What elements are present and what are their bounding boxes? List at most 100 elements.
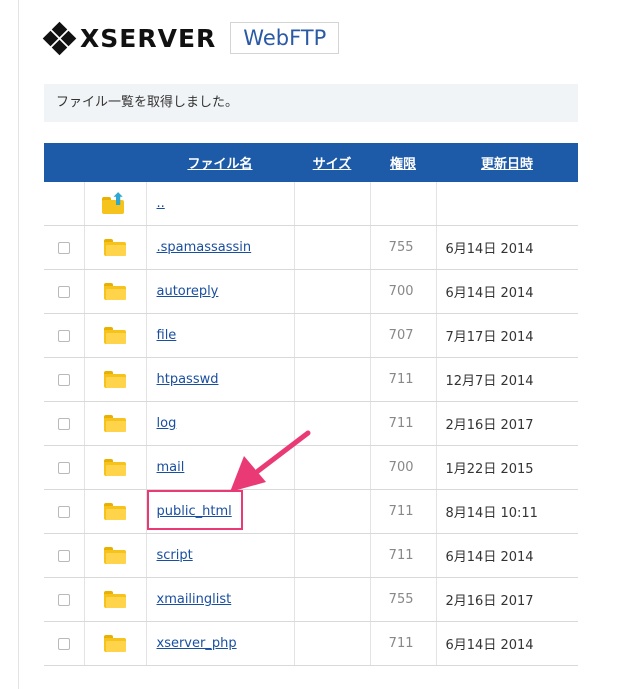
sort-by-date-link[interactable]: 更新日時 <box>481 157 533 172</box>
row-check-cell <box>44 357 84 402</box>
row-icon-cell <box>83 225 146 270</box>
folder-icon[interactable] <box>104 459 126 476</box>
row-date: 6月14日 2014 <box>435 269 578 314</box>
app-header: XSERVER WebFTP <box>42 20 340 56</box>
file-name-link[interactable]: public_html <box>157 504 232 519</box>
left-border <box>18 0 19 689</box>
table-row[interactable]: xmailinglist 755 2月16日 2017 <box>44 577 578 622</box>
row-icon-cell <box>83 489 146 534</box>
table-row[interactable]: .spamassassin 755 6月14日 2014 <box>44 225 578 270</box>
file-name-link[interactable]: script <box>157 548 193 563</box>
row-checkbox[interactable] <box>57 373 70 386</box>
folder-icon[interactable] <box>104 503 126 520</box>
row-check-cell <box>44 445 84 490</box>
row-date: 6月14日 2014 <box>435 533 578 578</box>
folder-icon[interactable] <box>104 327 126 344</box>
table-row[interactable]: autoreply 700 6月14日 2014 <box>44 269 578 314</box>
row-icon-cell <box>83 445 146 490</box>
file-name-link[interactable]: mail <box>157 460 185 475</box>
folder-icon[interactable] <box>104 547 126 564</box>
file-name-link[interactable]: .spamassassin <box>157 240 252 255</box>
sort-by-size-link[interactable]: サイズ <box>313 157 352 172</box>
product-badge: WebFTP <box>230 22 340 54</box>
table-header-row: ファイル名 サイズ 権限 更新日時 <box>44 143 578 182</box>
folder-icon[interactable] <box>104 239 126 256</box>
header-perm[interactable]: 権限 <box>370 143 436 182</box>
row-name-cell: xmailinglist <box>145 577 294 622</box>
row-name-cell: autoreply <box>145 269 294 314</box>
row-icon-cell <box>83 313 146 358</box>
row-perm: 711 <box>369 489 436 534</box>
file-name-link[interactable]: file <box>157 328 177 343</box>
row-perm: 755 <box>369 225 436 270</box>
table-row[interactable]: xserver_php 711 6月14日 2014 <box>44 621 578 666</box>
table-row[interactable]: file 707 7月17日 2014 <box>44 313 578 358</box>
row-icon-cell <box>83 577 146 622</box>
row-icon-cell <box>83 269 146 314</box>
folder-icon[interactable] <box>104 371 126 388</box>
file-name-link[interactable]: htpasswd <box>157 372 219 387</box>
header-icon <box>84 143 146 182</box>
row-checkbox[interactable] <box>57 549 70 562</box>
parent-dir-row[interactable]: ⬆ .. <box>44 182 578 226</box>
file-table: ファイル名 サイズ 権限 更新日時 ⬆ .. .spamassassin 755 6… <box>44 143 578 666</box>
row-checkbox[interactable] <box>57 417 70 430</box>
row-size-cell <box>293 225 370 270</box>
row-date: 1月22日 2015 <box>435 445 578 490</box>
status-message: ファイル一覧を取得しました。 <box>44 84 578 122</box>
row-check-cell <box>44 313 84 358</box>
header-date[interactable]: 更新日時 <box>436 143 578 182</box>
row-size-cell <box>293 489 370 534</box>
folder-icon[interactable] <box>104 283 126 300</box>
row-perm: 711 <box>369 401 436 446</box>
row-checkbox[interactable] <box>57 461 70 474</box>
table-row[interactable]: htpasswd 711 12月7日 2014 <box>44 357 578 402</box>
parent-dir-link[interactable]: .. <box>157 196 165 211</box>
row-checkbox[interactable] <box>57 241 70 254</box>
row-size-cell <box>293 357 370 402</box>
row-checkbox[interactable] <box>57 505 70 518</box>
header-name[interactable]: ファイル名 <box>146 143 294 182</box>
table-row[interactable]: public_html 711 8月14日 10:11 <box>44 489 578 534</box>
folder-icon[interactable] <box>104 415 126 432</box>
parent-name-cell: .. <box>145 182 294 226</box>
sort-by-name-link[interactable]: ファイル名 <box>187 157 252 172</box>
file-name-link[interactable]: autoreply <box>157 284 219 299</box>
row-size-cell <box>293 313 370 358</box>
table-row[interactable]: log 711 2月16日 2017 <box>44 401 578 446</box>
row-perm: 700 <box>369 445 436 490</box>
row-date: 8月14日 10:11 <box>435 489 578 534</box>
row-size-cell <box>293 445 370 490</box>
row-perm: 700 <box>369 269 436 314</box>
parent-size-cell <box>293 182 370 226</box>
file-name-link[interactable]: log <box>157 416 177 431</box>
table-row[interactable]: mail 700 1月22日 2015 <box>44 445 578 490</box>
row-date: 2月16日 2017 <box>435 577 578 622</box>
row-size-cell <box>293 401 370 446</box>
row-name-cell: script <box>145 533 294 578</box>
row-check-cell <box>44 533 84 578</box>
folder-up-icon[interactable]: ⬆ <box>102 191 128 214</box>
folder-icon[interactable] <box>104 591 126 608</box>
header-size[interactable]: サイズ <box>294 143 370 182</box>
row-perm: 707 <box>369 313 436 358</box>
row-checkbox[interactable] <box>57 637 70 650</box>
row-date: 6月14日 2014 <box>435 225 578 270</box>
row-name-cell: xserver_php <box>145 621 294 666</box>
row-checkbox[interactable] <box>57 593 70 606</box>
folder-icon[interactable] <box>104 635 126 652</box>
row-size-cell <box>293 577 370 622</box>
row-check-cell <box>44 489 84 534</box>
row-size-cell <box>293 621 370 666</box>
file-name-link[interactable]: xserver_php <box>157 636 237 651</box>
row-name-cell: public_html <box>145 489 294 534</box>
file-name-link[interactable]: xmailinglist <box>157 592 232 607</box>
row-name-cell: file <box>145 313 294 358</box>
row-name-cell: mail <box>145 445 294 490</box>
sort-by-perm-link[interactable]: 権限 <box>390 157 416 172</box>
table-row[interactable]: script 711 6月14日 2014 <box>44 533 578 578</box>
row-checkbox[interactable] <box>57 285 70 298</box>
row-checkbox[interactable] <box>57 329 70 342</box>
row-check-cell <box>44 401 84 446</box>
row-check-cell <box>44 225 84 270</box>
